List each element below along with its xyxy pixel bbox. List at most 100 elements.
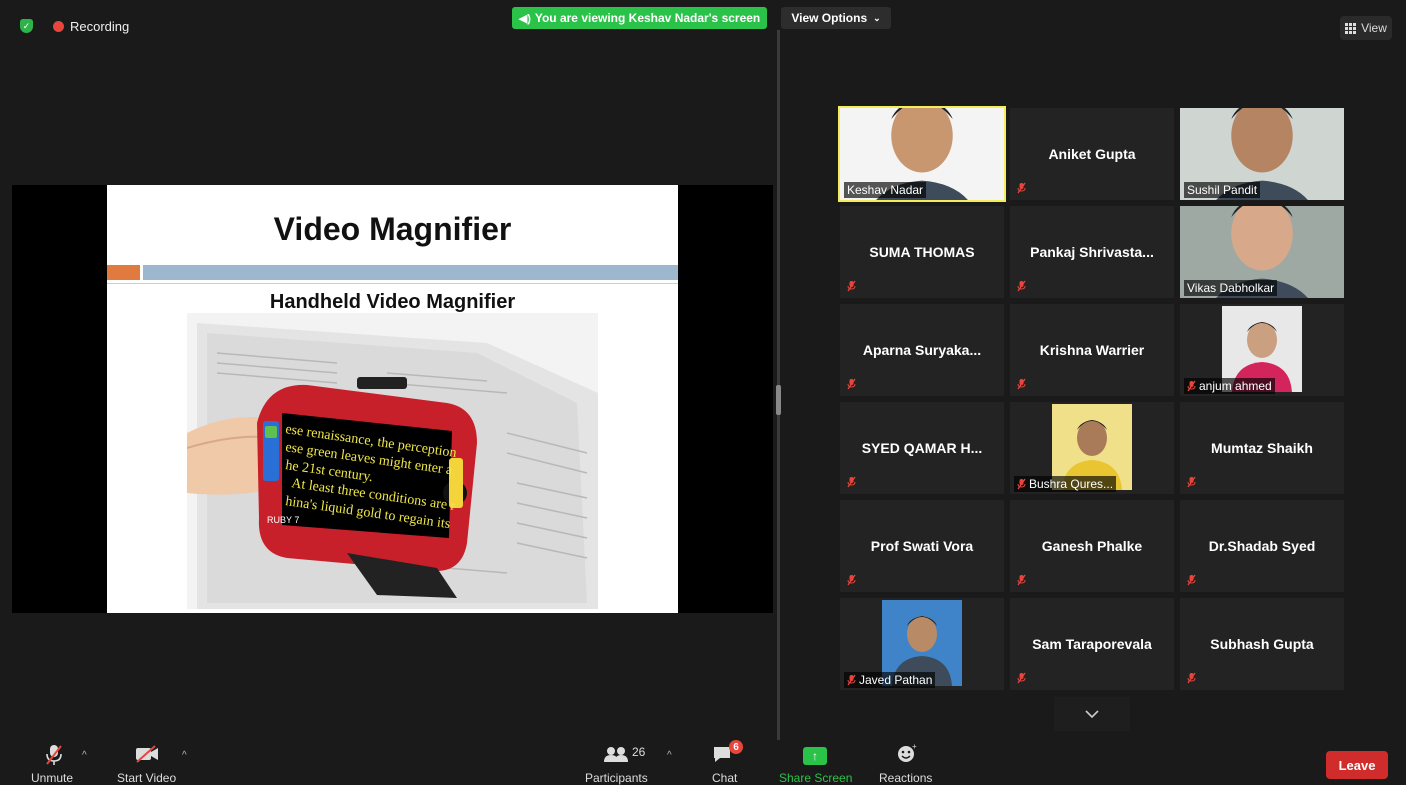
- participant-name: anjum ahmed: [1199, 379, 1272, 393]
- participants-count: 26: [632, 745, 646, 759]
- mic-muted-icon: [847, 280, 856, 292]
- splitter-handle[interactable]: [776, 385, 781, 415]
- slide-title: Video Magnifier: [273, 211, 512, 247]
- participant-tile[interactable]: Pankaj Shrivasta...: [1010, 206, 1174, 298]
- top-bar: ✓ Recording ◀) You are viewing Keshav Na…: [0, 0, 1406, 48]
- participant-name: Dr.Shadab Syed: [1208, 538, 1316, 554]
- participant-name: Sushil Pandit: [1187, 183, 1258, 197]
- participant-tile[interactable]: SUMA THOMAS: [840, 206, 1004, 298]
- chat-label: Chat: [712, 771, 738, 785]
- view-button[interactable]: View: [1340, 16, 1392, 40]
- reactions-button[interactable]: + Reactions: [876, 740, 936, 785]
- mic-muted-icon: [1017, 574, 1026, 586]
- participant-tile[interactable]: Dr.Shadab Syed: [1180, 500, 1344, 592]
- view-options-button[interactable]: View Options ⌄: [781, 7, 891, 29]
- mic-muted-icon: [847, 476, 856, 488]
- participant-name: SYED QAMAR H...: [861, 440, 983, 456]
- mic-muted-icon: [1017, 378, 1026, 390]
- participant-name-tag: Javed Pathan: [844, 672, 936, 688]
- participants-options-caret-icon[interactable]: ^: [667, 750, 672, 761]
- speaker-icon: ◀): [518, 12, 531, 25]
- slide-divider: [107, 283, 678, 284]
- svg-text:+: +: [912, 743, 917, 751]
- participant-name: Aparna Suryaka...: [862, 342, 982, 358]
- participant-tile[interactable]: Keshav Nadar: [838, 106, 1006, 202]
- slide-subtitle: Handheld Video Magnifier: [269, 291, 516, 313]
- participant-name-tag: Sushil Pandit: [1184, 182, 1261, 198]
- share-screen-arrow-icon[interactable]: ↑: [803, 747, 827, 765]
- leave-button[interactable]: Leave: [1326, 751, 1388, 779]
- mic-muted-icon: [1187, 574, 1196, 586]
- participant-name: Javed Pathan: [859, 673, 933, 687]
- chat-unread-badge: 6: [729, 740, 743, 754]
- participant-name: Bushra Qures...: [1029, 477, 1114, 491]
- participant-name: Ganesh Phalke: [1041, 538, 1143, 554]
- magnifier-photo: RUBY 7 ese renaissance, the perception e…: [187, 313, 598, 609]
- participant-name: SUMA THOMAS: [869, 244, 975, 260]
- participant-tile[interactable]: Javed Pathan: [840, 598, 1004, 690]
- participant-name: Mumtaz Shaikh: [1211, 440, 1313, 456]
- chevron-down-icon: ⌄: [873, 12, 881, 23]
- participant-name: Prof Swati Vora: [870, 538, 974, 554]
- participant-name-tag: Bushra Qures...: [1014, 476, 1117, 492]
- reactions-smiley-icon: +: [898, 743, 917, 762]
- mic-muted-icon: [1187, 476, 1196, 488]
- view-options-label: View Options: [791, 11, 868, 25]
- participants-label: Participants: [585, 771, 648, 785]
- mic-muted-icon: [1187, 380, 1196, 392]
- video-off-icon: [136, 745, 158, 763]
- mic-muted-icon: [847, 378, 856, 390]
- participants-icon: [604, 747, 628, 762]
- shared-screen: Video Magnifier Handheld Video Magnifier: [12, 185, 773, 613]
- reactions-label: Reactions: [879, 771, 933, 785]
- participant-name-tag: anjum ahmed: [1184, 378, 1275, 394]
- gallery-next-page-button[interactable]: [1054, 697, 1130, 731]
- recording-label: Recording: [70, 19, 130, 34]
- participant-tile[interactable]: Sam Taraporevala: [1010, 598, 1174, 690]
- unmute-button[interactable]: Unmute: [28, 740, 76, 785]
- unmute-label: Unmute: [31, 771, 74, 785]
- mic-muted-icon: [1017, 478, 1026, 490]
- recording-icon: [53, 21, 64, 32]
- viewing-banner-text: You are viewing Keshav Nadar's screen: [534, 11, 761, 25]
- participant-name-tag: Vikas Dabholkar: [1184, 280, 1278, 296]
- participant-tile[interactable]: Subhash Gupta: [1180, 598, 1344, 690]
- participant-name: Vikas Dabholkar: [1187, 281, 1275, 295]
- grid-view-icon: [1345, 22, 1357, 34]
- participant-tile[interactable]: Aparna Suryaka...: [840, 304, 1004, 396]
- participant-tile[interactable]: Sushil Pandit: [1180, 108, 1344, 200]
- presentation-slide: Video Magnifier Handheld Video Magnifier: [107, 185, 678, 613]
- participant-tile[interactable]: Ganesh Phalke: [1010, 500, 1174, 592]
- participant-tile[interactable]: Prof Swati Vora: [840, 500, 1004, 592]
- view-label: View: [1361, 21, 1387, 35]
- slide-accent-bar: [143, 265, 678, 280]
- participant-tile[interactable]: anjum ahmed: [1180, 304, 1344, 396]
- meeting-toolbar: Unmute ^ Start Video ^ 26 Participants ^…: [0, 740, 1406, 785]
- audio-options-caret-icon[interactable]: ^: [82, 750, 87, 761]
- participant-name: Krishna Warrier: [1039, 342, 1145, 358]
- participant-name: Subhash Gupta: [1210, 636, 1314, 652]
- slide-accent-bar: [107, 265, 140, 280]
- participant-name: Keshav Nadar: [847, 183, 924, 197]
- participant-tile[interactable]: SYED QAMAR H...: [840, 402, 1004, 494]
- participant-tile[interactable]: Krishna Warrier: [1010, 304, 1174, 396]
- participant-name-tag: Keshav Nadar: [844, 182, 927, 198]
- chevron-down-icon: [1085, 710, 1099, 718]
- participant-tile[interactable]: Mumtaz Shaikh: [1180, 402, 1344, 494]
- participant-name: Aniket Gupta: [1048, 146, 1136, 162]
- share-screen-label: Share Screen: [779, 771, 853, 785]
- participant-tile[interactable]: Vikas Dabholkar: [1180, 206, 1344, 298]
- participant-tile[interactable]: Aniket Gupta: [1010, 108, 1174, 200]
- mic-muted-icon: [46, 745, 62, 765]
- mic-muted-icon: [847, 574, 856, 586]
- security-shield-icon[interactable]: ✓: [20, 19, 33, 33]
- mic-muted-icon: [1187, 672, 1196, 684]
- participants-button[interactable]: 26 Participants: [584, 740, 650, 785]
- svg-text:RUBY 7: RUBY 7: [267, 515, 299, 525]
- mic-muted-icon: [1017, 280, 1026, 292]
- mic-muted-icon: [1017, 672, 1026, 684]
- participant-tile[interactable]: Bushra Qures...: [1010, 402, 1174, 494]
- participant-name: Pankaj Shrivasta...: [1030, 244, 1154, 260]
- start-video-button[interactable]: Start Video: [116, 740, 178, 785]
- video-options-caret-icon[interactable]: ^: [182, 750, 187, 761]
